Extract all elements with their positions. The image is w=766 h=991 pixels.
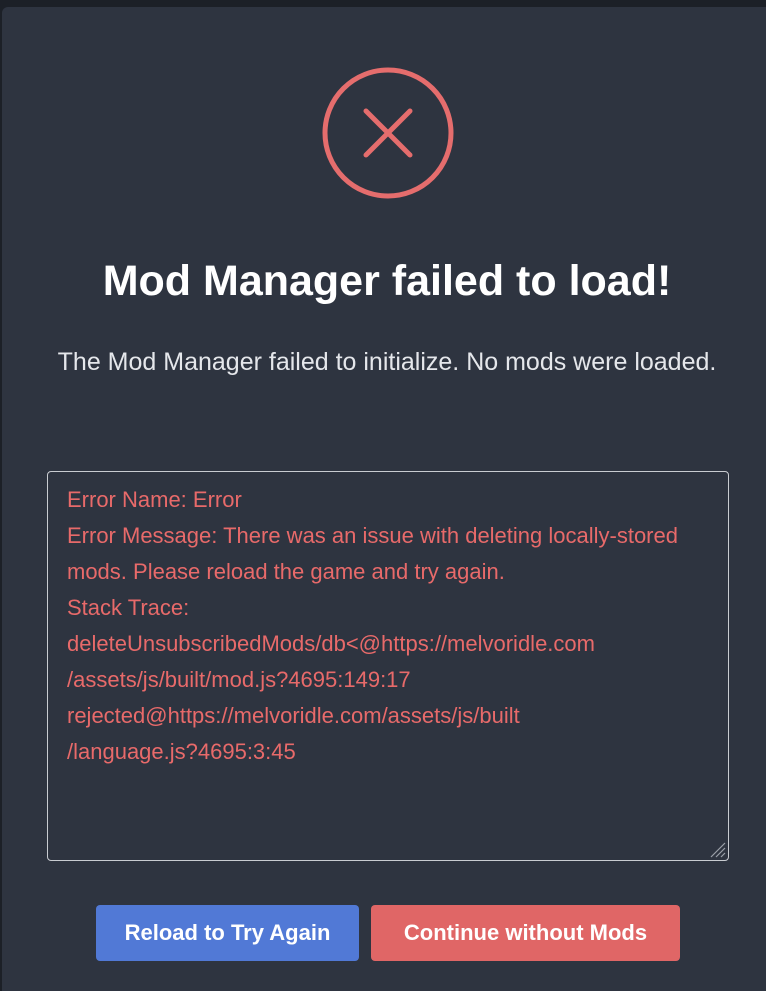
error-details-textarea[interactable]: Error Name: Error Error Message: There w… bbox=[47, 471, 729, 861]
stack-trace-label: Stack Trace: bbox=[67, 595, 190, 620]
reload-button[interactable]: Reload to Try Again bbox=[96, 905, 359, 961]
error-message-line: Error Message: There was an issue with d… bbox=[67, 523, 685, 584]
continue-without-mods-button[interactable]: Continue without Mods bbox=[371, 905, 680, 961]
dialog-message: The Mod Manager failed to initialize. No… bbox=[57, 348, 717, 376]
resize-handle-icon[interactable] bbox=[705, 837, 727, 859]
error-dialog: Mod Manager failed to load! The Mod Mana… bbox=[2, 7, 766, 991]
dialog-title: Mod Manager failed to load! bbox=[102, 257, 672, 305]
stack-trace-line: rejected@https://melvoridle.com/assets/j… bbox=[67, 703, 520, 728]
error-name-line: Error Name: Error bbox=[67, 487, 242, 512]
error-x-circle-icon bbox=[322, 67, 454, 199]
stack-trace-line: /language.js?4695:3:45 bbox=[67, 739, 296, 764]
stack-trace-line: deleteUnsubscribedMods/db<@https://melvo… bbox=[67, 631, 595, 656]
stack-trace-line: /assets/js/built/mod.js?4695:149:17 bbox=[67, 667, 411, 692]
